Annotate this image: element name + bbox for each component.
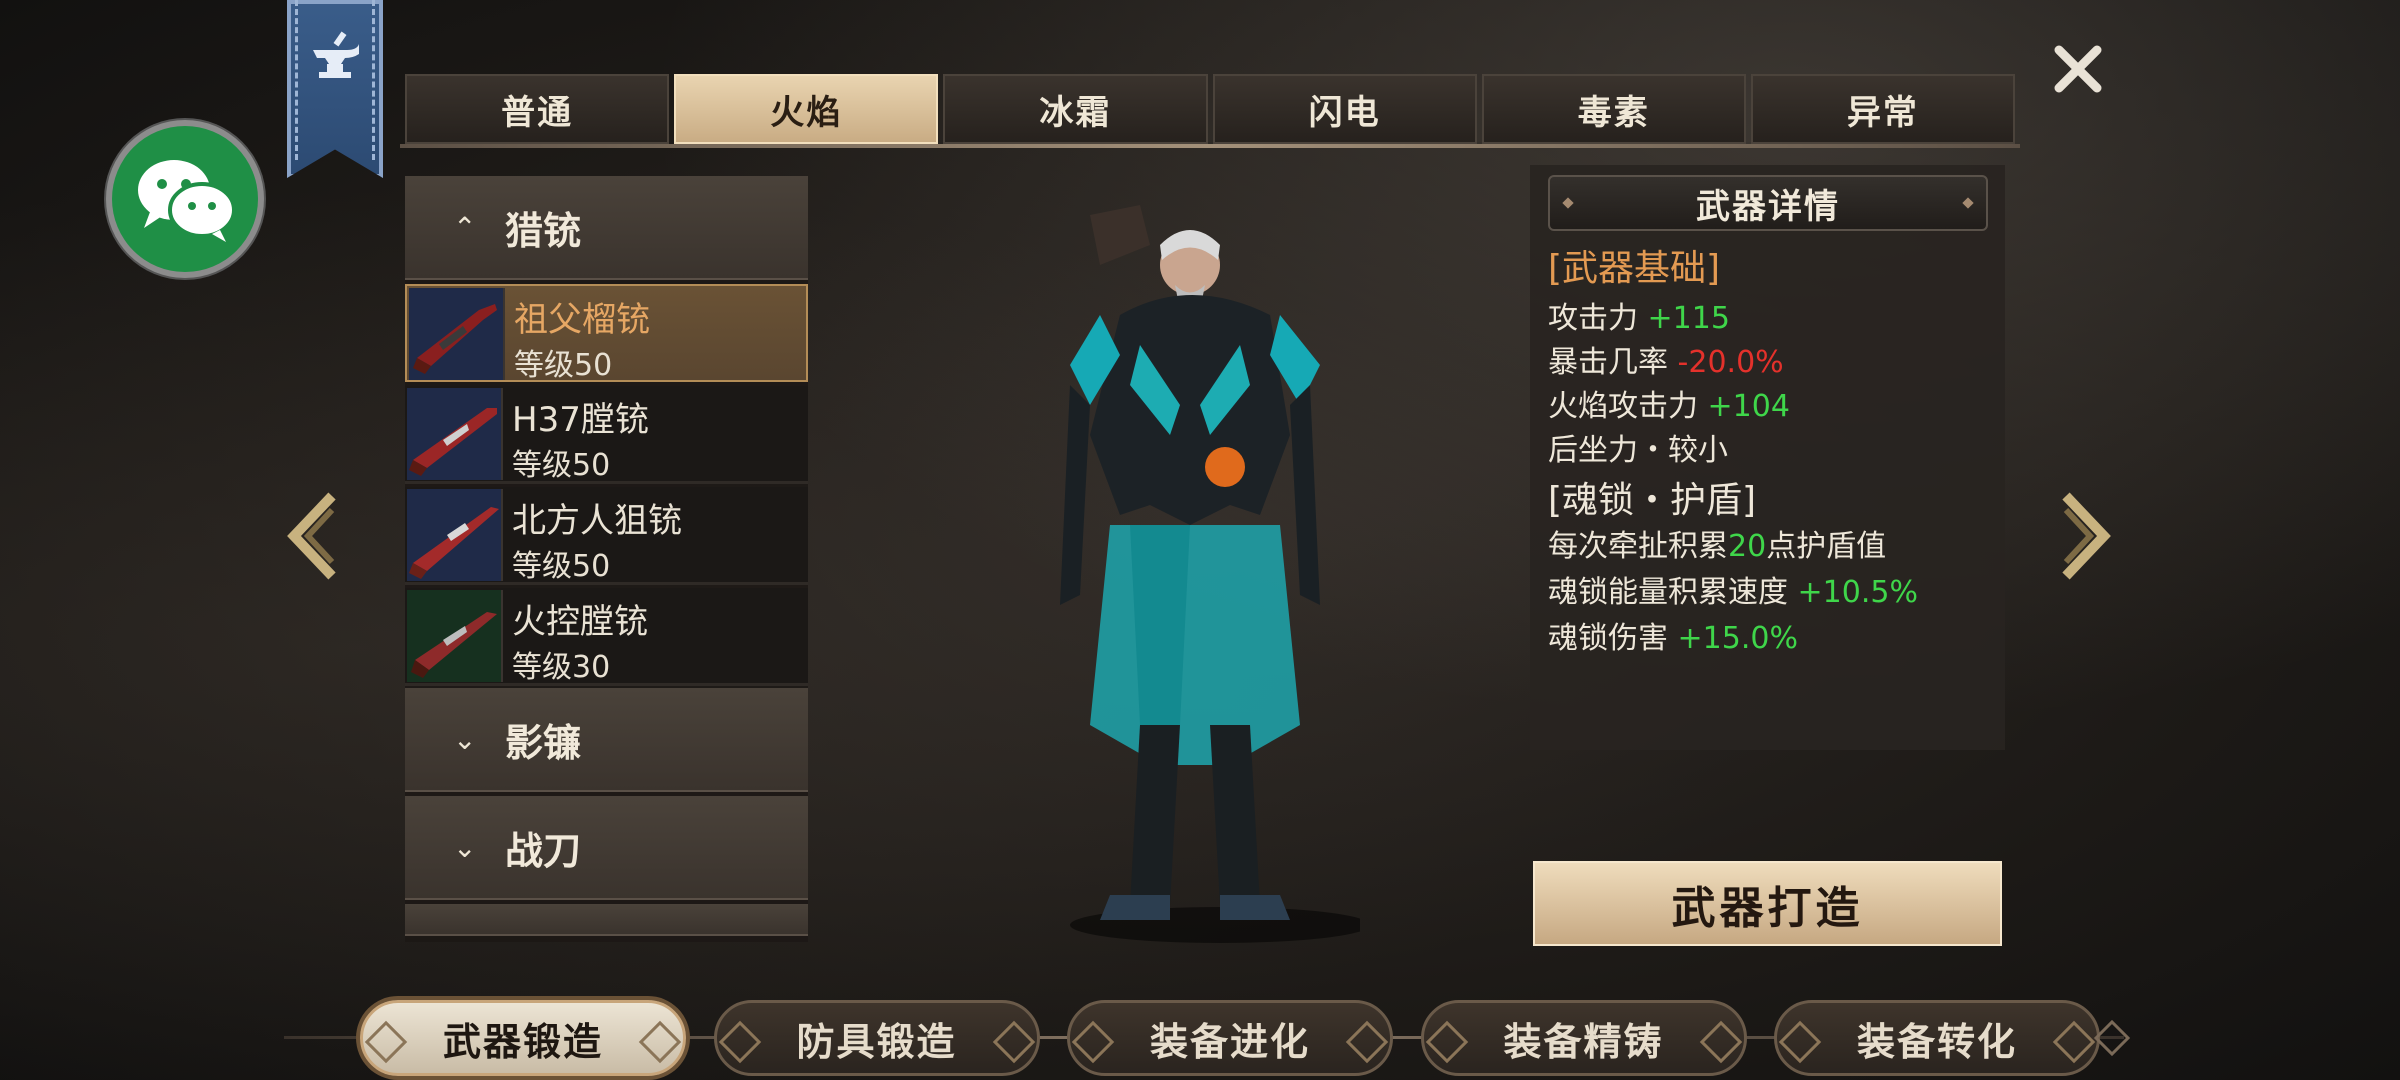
weapon-thumbnail [407, 489, 503, 581]
nav-label: 装备精铸 [1503, 1019, 1664, 1064]
nav-label: 装备转化 [1856, 1019, 2017, 1064]
stat-value: -20.0% [1677, 345, 1784, 380]
stat-label: 攻击力 [1548, 301, 1638, 336]
weapon-name: 北方人狙铳 [512, 501, 682, 541]
list-footer [405, 904, 808, 936]
stat-value: +15.0% [1677, 621, 1798, 656]
chevron-down-icon: ⌄ [453, 722, 477, 756]
weapon-item[interactable]: 火控膛铳 等级30 [405, 588, 808, 686]
anvil-icon [313, 31, 359, 78]
chevron-left-icon[interactable] [286, 492, 338, 580]
rifle-icon [413, 304, 497, 374]
stat-soul-energy: 魂锁能量积累速度 +10.5% [1548, 567, 1918, 611]
chevron-down-icon: ⌄ [453, 830, 477, 864]
nav-label: 武器锻造 [442, 1019, 603, 1064]
stat-label: 火焰攻击力 [1548, 389, 1698, 424]
close-icon[interactable] [2045, 36, 2111, 102]
nav-weapon-forge[interactable]: 武器锻造 [360, 1000, 686, 1076]
weapon-thumbnail [407, 590, 503, 682]
element-tabs: 普通 火焰 冰霜 闪电 毒素 异常 [405, 74, 2016, 144]
weapon-name: 祖父榴铳 [514, 300, 650, 340]
tab-normal[interactable]: 普通 [405, 74, 670, 144]
weapon-item[interactable]: H37膛铳 等级50 [405, 386, 808, 484]
category-shadow-scythe[interactable]: ⌄ 影镰 [405, 688, 808, 792]
nav-endcap-icon [2093, 1019, 2131, 1057]
stat-label: 暴击几率 [1548, 345, 1668, 380]
tab-fire[interactable]: 火焰 [674, 74, 939, 144]
section-soul-lock-shield: [魂锁・护盾] [1548, 480, 1757, 521]
stat-label: 魂锁能量积累速度 [1548, 575, 1788, 610]
nav-label: 防具锻造 [796, 1019, 957, 1064]
weapon-level: 等级50 [514, 348, 613, 383]
weapon-thumbnail [407, 388, 503, 480]
stat-attack: 攻击力 +115 [1548, 293, 1730, 337]
stat-label: 每次牵扯积累 [1548, 529, 1728, 564]
chevron-up-icon: ⌃ [453, 210, 477, 244]
stat-recoil: 后坐力・较小 [1548, 433, 1728, 468]
stat-value: +104 [1707, 389, 1790, 424]
wechat-share-button[interactable] [112, 126, 258, 272]
stat-value: +10.5% [1797, 575, 1918, 610]
stat-soul-damage: 魂锁伤害 +15.0% [1548, 613, 1798, 657]
forge-weapon-button[interactable]: 武器打造 [1533, 861, 2002, 946]
tab-lightning[interactable]: 闪电 [1212, 74, 1477, 144]
rifle-icon [411, 612, 497, 678]
stat-fire-attack: 火焰攻击力 +104 [1548, 381, 1790, 425]
weapon-name: 火控膛铳 [512, 602, 648, 642]
weapon-name: H37膛铳 [512, 400, 649, 440]
category-war-blade[interactable]: ⌄ 战刀 [405, 796, 808, 900]
stat-crit: 暴击几率 -20.0% [1548, 337, 1784, 381]
category-label: 战刀 [505, 828, 582, 873]
nav-equipment-refine[interactable]: 装备精铸 [1420, 1000, 1747, 1076]
nav-equipment-evolve[interactable]: 装备进化 [1067, 1000, 1393, 1076]
tab-poison[interactable]: 毒素 [1481, 74, 1746, 144]
weapon-list: ⌃ 猎铳 祖父榴铳 等级50 H37膛铳 等级50 北方人狙铳 等级50 火控膛… [405, 176, 808, 942]
details-title: 武器详情 [1696, 186, 1840, 227]
tab-frost[interactable]: 冰霜 [943, 74, 1208, 144]
stat-value: +115 [1647, 301, 1730, 336]
rifle-icon [409, 507, 499, 579]
rifle-icon [409, 408, 497, 476]
character-model [1060, 205, 1360, 943]
forge-banner [287, 0, 383, 178]
weapon-item[interactable]: 北方人狙铳 等级50 [405, 487, 808, 585]
weapon-item[interactable]: 祖父榴铳 等级50 [405, 284, 808, 383]
chevron-right-icon[interactable] [2060, 492, 2112, 580]
stat-label: 魂锁伤害 [1548, 621, 1668, 656]
category-hunting-gun[interactable]: ⌃ 猎铳 [405, 176, 808, 280]
weapon-level: 等级30 [512, 650, 611, 685]
nav-armor-forge[interactable]: 防具锻造 [713, 1000, 1040, 1076]
weapon-level: 等级50 [512, 549, 611, 584]
weapon-level: 等级50 [512, 448, 611, 483]
nav-label: 装备进化 [1149, 1019, 1310, 1064]
stat-shield-accumulation: 每次牵扯积累20点护盾值 [1548, 521, 1886, 565]
tab-anomaly[interactable]: 异常 [1750, 74, 2016, 144]
stat-value: 20 [1728, 529, 1767, 564]
category-label: 影镰 [505, 720, 582, 765]
category-label: 猎铳 [505, 208, 582, 253]
weapon-details-panel: 武器详情 [武器基础] 攻击力 +115 暴击几率 -20.0% 火焰攻击力 +… [1530, 165, 2005, 750]
tabs-divider [400, 144, 2020, 148]
stat-label: 点护盾值 [1766, 529, 1887, 564]
details-header: 武器详情 [1548, 175, 1988, 231]
weapon-thumbnail [409, 288, 505, 380]
section-weapon-basic: [武器基础] [1548, 248, 1721, 289]
wechat-icon [138, 160, 236, 242]
bottom-nav: 武器锻造 防具锻造 装备进化 装备精铸 装备转化 [360, 1000, 2100, 1076]
nav-equipment-convert[interactable]: 装备转化 [1774, 1000, 2100, 1076]
